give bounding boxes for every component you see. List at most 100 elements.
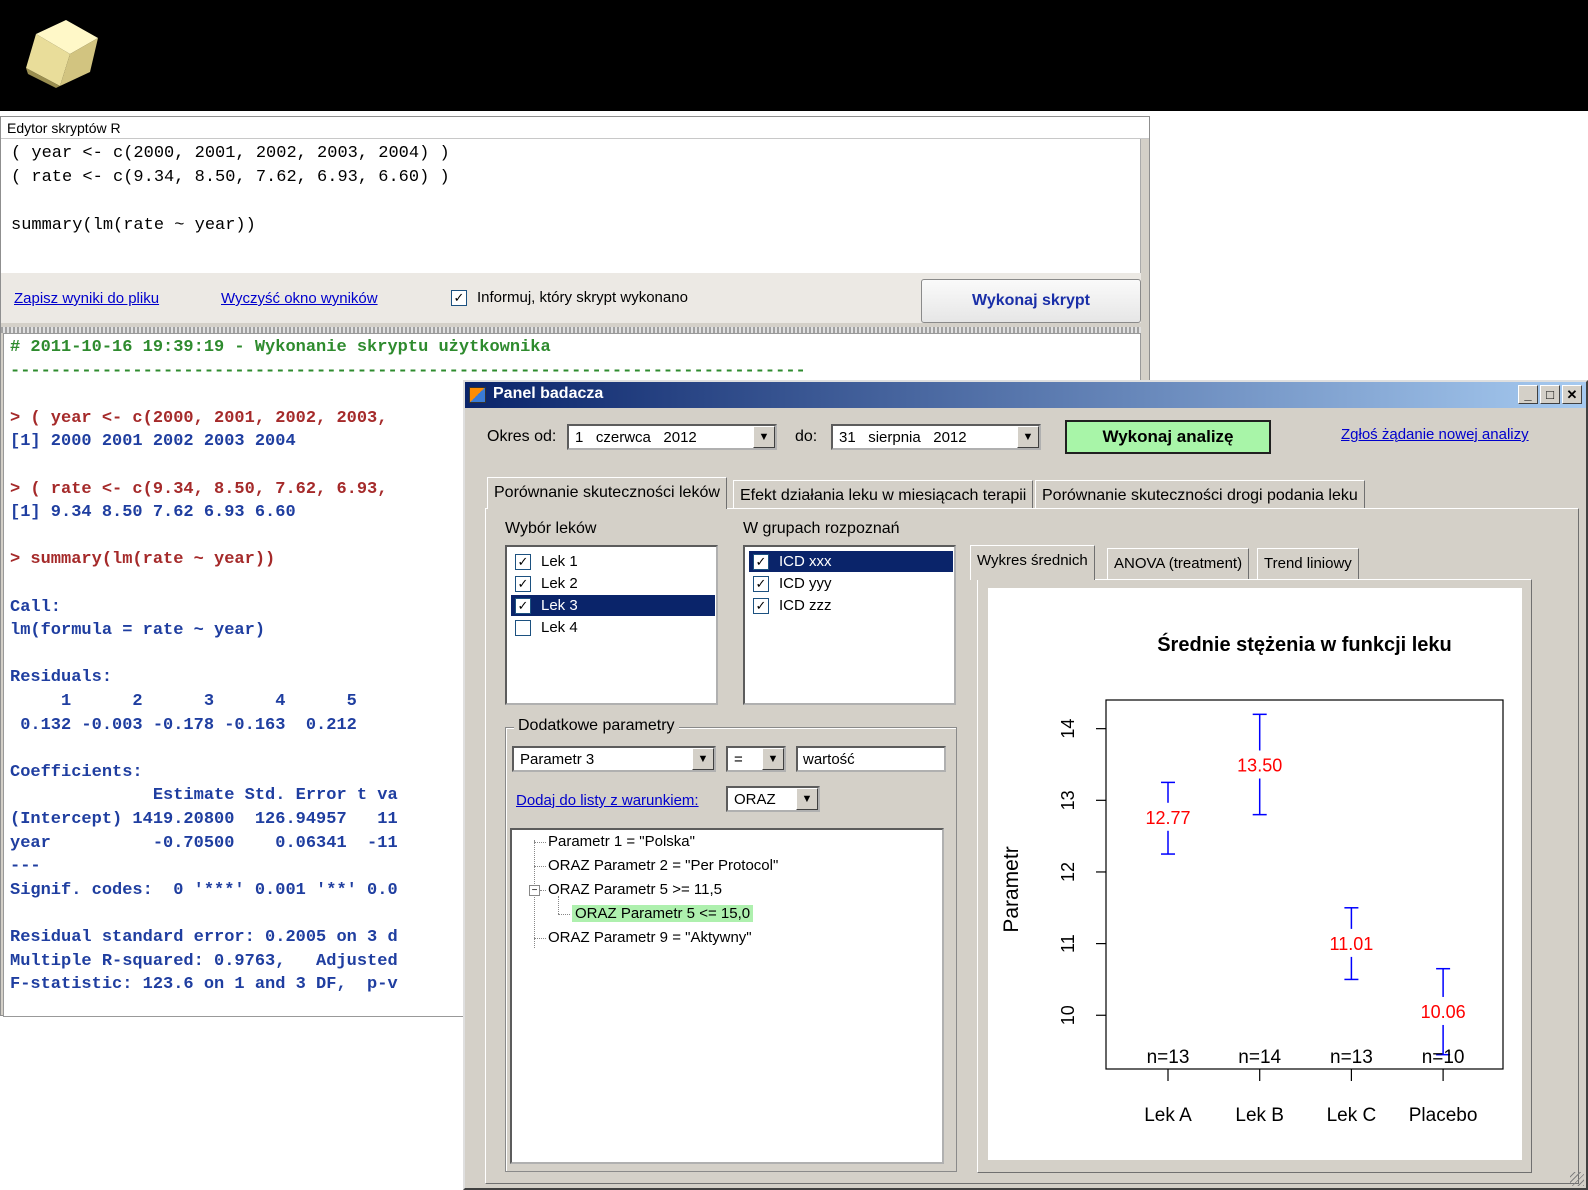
save-results-link[interactable]: Zapisz wyniki do pliku: [14, 290, 159, 307]
researcher-panel-window: Panel badacza _ □ ✕ Okres od: 1 czerwca …: [463, 380, 1588, 1190]
tab-means-chart[interactable]: Wykres średnich: [970, 545, 1095, 580]
diagnosis-label: ICD yyy: [779, 575, 832, 592]
output-line: [1] 9.34 8.50 7.62 6.93 6.60: [10, 503, 296, 523]
output-line: ---: [10, 857, 41, 877]
operator-select-value: =: [734, 751, 743, 768]
output-line: year -0.70500 0.06341 -11: [10, 833, 398, 853]
run-script-button[interactable]: Wykonaj skrypt: [921, 279, 1141, 323]
list-item[interactable]: ✓ Lek 3: [511, 595, 715, 616]
condition-select-value: ORAZ: [734, 791, 776, 808]
diagnosis-checklist[interactable]: ✓ ICD xxx ✓ ICD yyy ✓ ICD zzz: [743, 545, 956, 705]
cube-logo-icon: [26, 20, 98, 88]
request-analysis-link[interactable]: Zgłoś żądanie nowej analizy: [1341, 426, 1529, 443]
clear-output-link[interactable]: Wyczyść okno wyników: [221, 290, 378, 307]
checkbox-check-icon[interactable]: ✓: [753, 553, 769, 570]
dropdown-arrow-icon[interactable]: ▼: [1017, 426, 1039, 448]
date-to-picker[interactable]: 31 sierpnia 2012 ▼: [831, 424, 1041, 450]
list-item[interactable]: ✓ ICD zzz: [749, 595, 953, 616]
maximize-button[interactable]: □: [1540, 385, 1560, 404]
date-from-day: 1: [575, 429, 584, 446]
mean-label: 11.01: [1330, 934, 1374, 954]
output-line: [1] 2000 2001 2002 2003 2004: [10, 432, 296, 452]
tab-administration-route[interactable]: Porównanie skuteczności drogi podania le…: [1035, 480, 1365, 508]
date-to-year: 2012: [933, 429, 967, 446]
tree-node[interactable]: ORAZ Parametr 2 = "Per Protocol": [548, 857, 778, 874]
checkbox-check-icon[interactable]: ✓: [753, 575, 769, 592]
tab-drug-efficacy[interactable]: Porównanie skuteczności leków: [487, 477, 727, 509]
checkbox-empty-icon[interactable]: [515, 619, 531, 636]
output-line: lm(formula = rate ~ year): [10, 621, 266, 641]
output-line: > summary(lm(rate ~ year)): [10, 550, 276, 570]
list-item[interactable]: ✓ ICD xxx: [749, 551, 953, 572]
tree-node[interactable]: Parametr 1 = "Polska": [548, 833, 695, 850]
panel-title: Panel badacza: [493, 385, 604, 402]
date-to-month: sierpnia: [868, 429, 921, 446]
tab-anova[interactable]: ANOVA (treatment): [1107, 548, 1250, 579]
tab-drug-effect-months[interactable]: Efekt działania leku w miesiącach terapi…: [733, 480, 1034, 508]
diagnosis-label: ICD zzz: [779, 597, 832, 614]
inform-checkbox[interactable]: ✓ Informuj, który skrypt wykonano: [451, 289, 688, 306]
resize-grip[interactable]: [1570, 1172, 1584, 1186]
output-line: > ( year <- c(2000, 2001, 2002, 2003,: [10, 408, 388, 428]
list-item[interactable]: ✓ Lek 2: [511, 573, 715, 594]
tree-line: [534, 938, 546, 939]
code-line: ( rate <- c(9.34, 8.50, 7.62, 6.93, 6.60…: [11, 168, 450, 187]
add-condition-link[interactable]: Dodaj do listy z warunkiem:: [516, 792, 699, 809]
drug-label: Lek 4: [541, 619, 578, 636]
date-from-picker[interactable]: 1 czerwca 2012 ▼: [567, 424, 777, 450]
n-label: n=14: [1238, 1047, 1281, 1068]
checkbox-check-icon[interactable]: ✓: [515, 597, 531, 614]
drug-checklist[interactable]: ✓ Lek 1 ✓ Lek 2 ✓ Lek 3 Lek 4: [505, 545, 718, 705]
x-tick-label: Lek B: [1235, 1105, 1284, 1126]
checkbox-check-icon[interactable]: ✓: [753, 597, 769, 614]
output-line: 1 2 3 4 5: [10, 692, 357, 711]
tree-line: [534, 842, 546, 843]
diagnosis-label: ICD xxx: [779, 553, 832, 570]
collapse-icon[interactable]: −: [529, 885, 540, 896]
means-chart: Średnie stężenia w funkcji leku 10 11 12 13 1…: [1000, 632, 1504, 1126]
close-button[interactable]: ✕: [1562, 385, 1582, 404]
condition-select[interactable]: ORAZ ▼: [726, 786, 820, 812]
mean-label: 12.77: [1145, 808, 1190, 828]
output-line: ----------------------------------------…: [10, 361, 806, 381]
y-tick-label: 11: [1058, 934, 1078, 953]
output-line: Residual standard error: 0.2005 on 3 d: [10, 928, 398, 947]
operator-select[interactable]: = ▼: [726, 746, 786, 772]
drug-label: Lek 2: [541, 575, 578, 592]
mean-label: 13.50: [1237, 755, 1282, 775]
tree-node[interactable]: ORAZ Parametr 9 = "Aktywny": [548, 929, 752, 946]
run-analysis-button[interactable]: Wykonaj analizę: [1065, 420, 1271, 454]
panel-titlebar[interactable]: Panel badacza _ □ ✕: [465, 382, 1586, 408]
chart-title: Średnie stężenia w funkcji leku: [1157, 632, 1452, 656]
dropdown-arrow-icon[interactable]: ▼: [753, 426, 775, 448]
list-item[interactable]: ✓ Lek 1: [511, 551, 715, 572]
top-banner: [0, 0, 1588, 111]
code-line: summary(lm(rate ~ year)): [11, 216, 256, 235]
checkbox-check-icon[interactable]: ✓: [451, 289, 467, 306]
editor-title: Edytor skryptów R: [1, 117, 1149, 139]
script-code-area[interactable]: ( year <- c(2000, 2001, 2002, 2003, 2004…: [1, 139, 1141, 273]
output-line: F-statistic: 123.6 on 1 and 3 DF, p-v: [10, 975, 398, 995]
tree-node[interactable]: ORAZ Parametr 5 >= 11,5: [548, 881, 722, 898]
x-tick-label: Placebo: [1409, 1105, 1478, 1126]
tab-linear-trend[interactable]: Trend liniowy: [1257, 548, 1359, 579]
list-item[interactable]: ✓ ICD yyy: [749, 573, 953, 594]
mean-label: 10.06: [1421, 1002, 1466, 1022]
minimize-button[interactable]: _: [1518, 385, 1538, 404]
dropdown-arrow-icon[interactable]: ▼: [762, 748, 784, 770]
tree-node-selected[interactable]: ORAZ Parametr 5 <= 15,0: [572, 905, 754, 922]
parameter-value-field[interactable]: wartość: [796, 746, 946, 772]
n-label: n=13: [1147, 1047, 1190, 1068]
list-item[interactable]: Lek 4: [511, 617, 715, 638]
period-to-label: do:: [795, 428, 818, 445]
dropdown-arrow-icon[interactable]: ▼: [692, 748, 714, 770]
parameter-select[interactable]: Parametr 3 ▼: [512, 746, 716, 772]
checkbox-check-icon[interactable]: ✓: [515, 575, 531, 592]
checkbox-check-icon[interactable]: ✓: [515, 553, 531, 570]
output-line: Signif. codes: 0 '***' 0.001 '**' 0.0: [10, 880, 398, 900]
editor-toolbar: Zapisz wyniki do pliku Wyczyść okno wyni…: [1, 273, 1141, 323]
output-line: 0.132 -0.003 -0.178 -0.163 0.212: [10, 715, 357, 735]
app-icon: [469, 387, 486, 403]
conditions-tree[interactable]: − Parametr 1 = "Polska" ORAZ Parametr 2 …: [510, 828, 944, 1164]
dropdown-arrow-icon[interactable]: ▼: [796, 788, 818, 810]
